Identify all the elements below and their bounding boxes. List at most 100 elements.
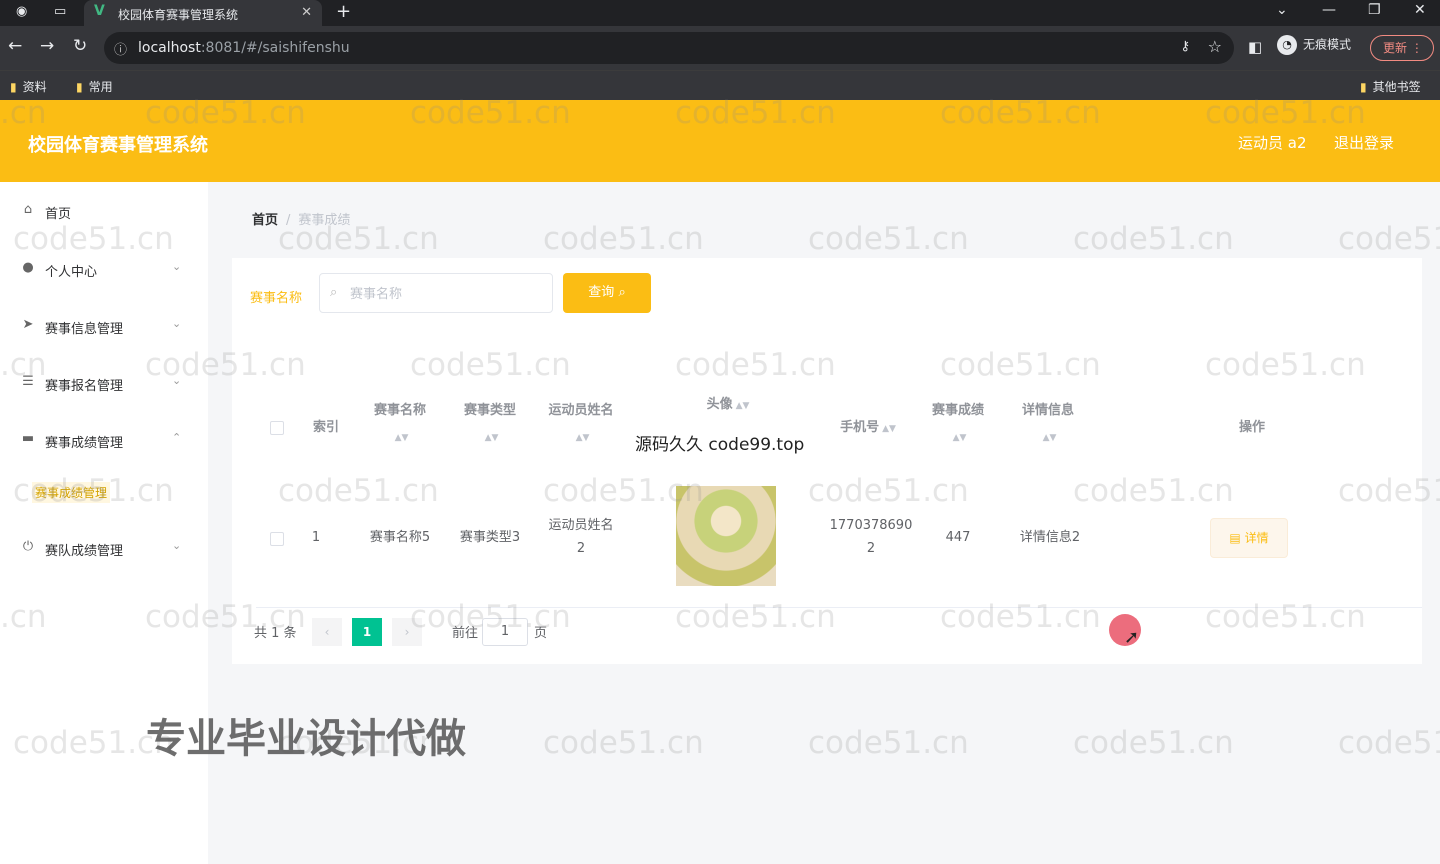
search-icon: ⌕ xyxy=(618,285,626,300)
tab-title: 校园体育赛事管理系统 xyxy=(118,8,239,22)
search-input[interactable]: ⌕ xyxy=(319,273,553,313)
select-all-checkbox[interactable] xyxy=(270,421,284,435)
cell-athlete-name: 运动员姓名2 xyxy=(548,518,614,556)
tab-search-icon[interactable]: ⌄ xyxy=(1276,2,1288,18)
user-label[interactable]: 运动员 a2 xyxy=(1238,132,1307,153)
address-bar[interactable]: ⓘ localhost:8081/#/saishifenshu ⚷ ☆ xyxy=(104,32,1234,64)
cell-detail-info: 详情信息2 xyxy=(1019,530,1081,545)
breadcrumb-current: 赛事成绩 xyxy=(298,213,351,228)
bookmark-star-icon[interactable]: ☆ xyxy=(1208,37,1222,56)
sidebar-item-label: 赛事成绩管理 xyxy=(45,436,124,451)
header-label: 赛事成绩 xyxy=(931,403,984,418)
table-row: 1 赛事名称5 赛事类型3 运动员姓名2 17703786902 447 详情信… xyxy=(256,478,1422,608)
folder-icon: ▮ xyxy=(76,80,83,94)
header-event-name[interactable]: 赛事名称 ▲▼ xyxy=(364,398,436,451)
minimize-icon[interactable]: — xyxy=(1322,2,1336,18)
app-title: 校园体育赛事管理系统 xyxy=(28,135,208,156)
sidepanel-icon[interactable]: ◧ xyxy=(1248,38,1262,56)
incognito-indicator[interactable]: ◔ 无痕模式 xyxy=(1277,35,1351,55)
header-score[interactable]: 赛事成绩 ▲▼ xyxy=(922,398,994,451)
sidebar-item-event-score[interactable]: ▬ 赛事成绩管理 ⌃ xyxy=(0,419,208,459)
row-checkbox[interactable] xyxy=(270,532,284,546)
header-label: 赛事类型 xyxy=(463,403,516,418)
forward-icon[interactable]: → xyxy=(40,36,54,56)
sort-icon[interactable]: ▲▼ xyxy=(953,425,967,451)
send-icon: ➤ xyxy=(22,317,34,332)
reload-icon[interactable]: ↻ xyxy=(73,36,87,56)
cell-score: 447 xyxy=(945,530,971,545)
detail-button[interactable]: ▤ 详情 xyxy=(1210,518,1288,558)
sidebar-item-event-signup[interactable]: ☰ 赛事报名管理 ⌄ xyxy=(0,362,208,402)
prev-page-button[interactable]: ‹ xyxy=(312,618,342,646)
close-tab-icon[interactable]: ✕ xyxy=(301,5,312,20)
header-label: 赛事名称 xyxy=(373,403,426,418)
event-name-input[interactable] xyxy=(350,283,540,303)
goto-page-input[interactable]: 1 xyxy=(482,618,528,646)
folder-icon: ▮ xyxy=(1360,80,1367,94)
tab-bar: ◉ ▭ V 校园体育赛事管理系统 ✕ + ⌄ — ❐ ✕ xyxy=(0,0,1440,26)
header-athlete-name[interactable]: 运动员姓名 ▲▼ xyxy=(546,398,616,451)
query-button[interactable]: 查询 ⌕ xyxy=(563,273,651,313)
bookmark-label: 常用 xyxy=(88,80,113,94)
next-page-button[interactable]: › xyxy=(392,618,422,646)
browser-chrome: ◉ ▭ V 校园体育赛事管理系统 ✕ + ⌄ — ❐ ✕ ← → ↻ ⓘ loc… xyxy=(0,0,1440,100)
sort-icon[interactable]: ▲▼ xyxy=(395,425,409,451)
sort-icon[interactable]: ▲▼ xyxy=(882,416,896,442)
bookmark-folder-ziliao[interactable]: ▮ 资料 xyxy=(10,78,47,95)
promo-overlay-bottom: 专业毕业设计代做 xyxy=(146,716,466,762)
header-event-type[interactable]: 赛事类型 ▲▼ xyxy=(454,398,526,451)
header-label: 运动员姓名 xyxy=(548,403,614,418)
breadcrumb-home[interactable]: 首页 xyxy=(252,213,278,228)
url-path: :8081/#/saishifenshu xyxy=(200,40,350,56)
chevron-up-icon: ⌃ xyxy=(172,431,182,444)
sidebar-item-home[interactable]: ⌂ 首页 xyxy=(0,190,208,230)
page-button-1[interactable]: 1 xyxy=(352,618,382,646)
update-label: 更新 xyxy=(1383,41,1408,55)
table-header: 索引 赛事名称 ▲▼ 赛事类型 ▲▼ 运动员姓名▲▼ 头像 ▲▼ 手机号 ▲▼ 赛事成绩… xyxy=(256,397,1422,458)
mouse-cursor-icon: ➚ xyxy=(1124,627,1140,648)
site-info-icon[interactable]: ⓘ xyxy=(114,39,127,58)
url-text: localhost:8081/#/saishifenshu xyxy=(138,40,350,56)
tab-overview-icon[interactable]: ▭ xyxy=(54,4,66,19)
bookmark-label: 资料 xyxy=(22,80,47,94)
other-bookmarks[interactable]: ▮ 其他书签 xyxy=(1360,78,1421,95)
page-suffix: 页 xyxy=(534,626,548,641)
sidebar-item-team-score[interactable]: ⏻ 赛队成绩管理 ⌄ xyxy=(0,527,208,567)
submenu-item-event-score[interactable]: 赛事成绩管理 xyxy=(32,482,111,503)
sidebar-item-label: 首页 xyxy=(45,207,72,222)
sidebar-item-event-info[interactable]: ➤ 赛事信息管理 ⌄ xyxy=(0,305,208,345)
restore-icon[interactable]: ❐ xyxy=(1368,2,1381,18)
sort-icon[interactable]: ▲▼ xyxy=(1043,425,1057,451)
new-tab-icon[interactable]: + xyxy=(336,1,351,22)
sidebar-item-personal-center[interactable]: ● 个人中心 ⌄ xyxy=(0,248,208,288)
vue-logo-icon: V xyxy=(94,3,105,19)
sidebar-item-label: 赛队成绩管理 xyxy=(45,544,124,559)
logout-link[interactable]: 退出登录 xyxy=(1334,132,1394,153)
header-actions: 操作 xyxy=(1238,420,1265,435)
folder-icon: ▮ xyxy=(10,80,17,94)
key-icon[interactable]: ⚷ xyxy=(1180,39,1190,54)
bookmark-label: 其他书签 xyxy=(1372,80,1421,94)
back-icon[interactable]: ← xyxy=(8,36,22,56)
sort-icon[interactable]: ▲▼ xyxy=(736,393,750,419)
incognito-icon: ◔ xyxy=(1277,35,1297,55)
browser-tab[interactable]: V 校园体育赛事管理系统 ✕ xyxy=(84,0,322,26)
sort-icon[interactable]: ▲▼ xyxy=(485,425,499,451)
header-avatar[interactable]: 头像 ▲▼ xyxy=(692,392,764,419)
header-label: 头像 xyxy=(706,397,733,412)
bookmarks-bar: ▮ 资料 ▮ 常用 ▮ 其他书签 xyxy=(0,70,1440,100)
document-icon: ▤ xyxy=(1229,531,1241,545)
close-window-icon[interactable]: ✕ xyxy=(1414,2,1426,18)
user-icon: ● xyxy=(22,260,34,275)
promo-overlay-top: 源码久久 code99.top xyxy=(635,435,805,455)
header-detail-info[interactable]: 详情信息 ▲▼ xyxy=(1012,398,1084,451)
pagination-total: 共 1 条 xyxy=(254,626,297,641)
browser-menu-icon[interactable]: ◉ xyxy=(16,4,27,19)
update-button[interactable]: 更新 ⋮ xyxy=(1370,35,1434,61)
header-label: 手机号 xyxy=(840,420,880,435)
header-phone[interactable]: 手机号 ▲▼ xyxy=(832,415,904,442)
sort-icon[interactable]: ▲▼ xyxy=(576,425,590,451)
search-label: 赛事名称 xyxy=(250,291,303,306)
chevron-down-icon: ⌄ xyxy=(172,374,182,387)
bookmark-folder-changyong[interactable]: ▮ 常用 xyxy=(76,78,113,95)
